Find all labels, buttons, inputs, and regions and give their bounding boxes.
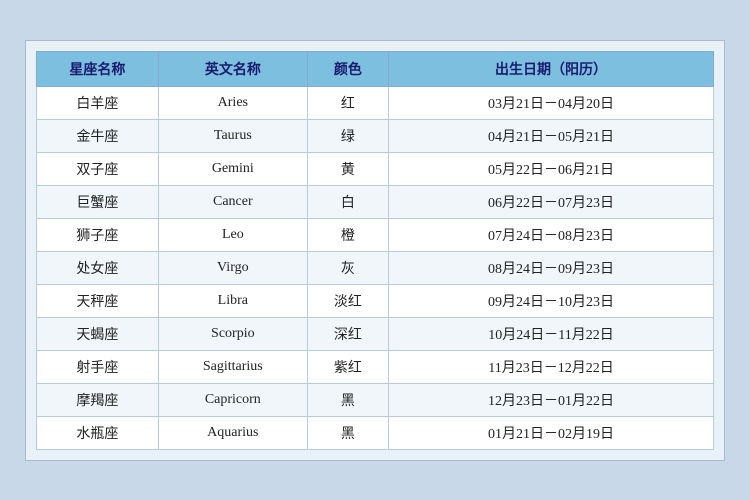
- table-row: 射手座Sagittarius紫红11月23日－12月22日: [37, 350, 714, 383]
- cell-color: 红: [307, 86, 388, 119]
- cell-chinese: 天秤座: [37, 284, 159, 317]
- table-row: 摩羯座Capricorn黑12月23日－01月22日: [37, 383, 714, 416]
- cell-english: Taurus: [158, 119, 307, 152]
- cell-color: 白: [307, 185, 388, 218]
- table-row: 白羊座Aries红03月21日－04月20日: [37, 86, 714, 119]
- cell-date: 03月21日－04月20日: [389, 86, 714, 119]
- header-date: 出生日期（阳历）: [389, 51, 714, 86]
- cell-date: 09月24日－10月23日: [389, 284, 714, 317]
- cell-chinese: 狮子座: [37, 218, 159, 251]
- cell-date: 11月23日－12月22日: [389, 350, 714, 383]
- table-row: 狮子座Leo橙07月24日－08月23日: [37, 218, 714, 251]
- table-header-row: 星座名称 英文名称 颜色 出生日期（阳历）: [37, 51, 714, 86]
- cell-date: 10月24日－11月22日: [389, 317, 714, 350]
- cell-english: Libra: [158, 284, 307, 317]
- header-chinese: 星座名称: [37, 51, 159, 86]
- main-container: 星座名称 英文名称 颜色 出生日期（阳历） 白羊座Aries红03月21日－04…: [25, 40, 725, 461]
- cell-english: Cancer: [158, 185, 307, 218]
- cell-english: Aries: [158, 86, 307, 119]
- cell-chinese: 白羊座: [37, 86, 159, 119]
- cell-english: Scorpio: [158, 317, 307, 350]
- cell-date: 06月22日－07月23日: [389, 185, 714, 218]
- cell-chinese: 水瓶座: [37, 416, 159, 449]
- cell-color: 灰: [307, 251, 388, 284]
- cell-chinese: 双子座: [37, 152, 159, 185]
- cell-english: Leo: [158, 218, 307, 251]
- table-row: 金牛座Taurus绿04月21日－05月21日: [37, 119, 714, 152]
- table-row: 巨蟹座Cancer白06月22日－07月23日: [37, 185, 714, 218]
- table-row: 处女座Virgo灰08月24日－09月23日: [37, 251, 714, 284]
- cell-color: 深红: [307, 317, 388, 350]
- cell-color: 淡红: [307, 284, 388, 317]
- cell-chinese: 处女座: [37, 251, 159, 284]
- cell-date: 01月21日－02月19日: [389, 416, 714, 449]
- table-row: 天秤座Libra淡红09月24日－10月23日: [37, 284, 714, 317]
- zodiac-table: 星座名称 英文名称 颜色 出生日期（阳历） 白羊座Aries红03月21日－04…: [36, 51, 714, 450]
- cell-english: Aquarius: [158, 416, 307, 449]
- cell-color: 紫红: [307, 350, 388, 383]
- header-english: 英文名称: [158, 51, 307, 86]
- cell-date: 12月23日－01月22日: [389, 383, 714, 416]
- table-row: 水瓶座Aquarius黑01月21日－02月19日: [37, 416, 714, 449]
- cell-english: Capricorn: [158, 383, 307, 416]
- cell-chinese: 金牛座: [37, 119, 159, 152]
- cell-english: Sagittarius: [158, 350, 307, 383]
- cell-chinese: 巨蟹座: [37, 185, 159, 218]
- cell-color: 黑: [307, 416, 388, 449]
- cell-date: 07月24日－08月23日: [389, 218, 714, 251]
- header-color: 颜色: [307, 51, 388, 86]
- cell-date: 05月22日－06月21日: [389, 152, 714, 185]
- cell-color: 黄: [307, 152, 388, 185]
- cell-english: Virgo: [158, 251, 307, 284]
- cell-color: 黑: [307, 383, 388, 416]
- cell-date: 04月21日－05月21日: [389, 119, 714, 152]
- table-row: 双子座Gemini黄05月22日－06月21日: [37, 152, 714, 185]
- cell-color: 绿: [307, 119, 388, 152]
- cell-chinese: 天蝎座: [37, 317, 159, 350]
- cell-chinese: 摩羯座: [37, 383, 159, 416]
- cell-color: 橙: [307, 218, 388, 251]
- table-row: 天蝎座Scorpio深红10月24日－11月22日: [37, 317, 714, 350]
- cell-chinese: 射手座: [37, 350, 159, 383]
- cell-english: Gemini: [158, 152, 307, 185]
- cell-date: 08月24日－09月23日: [389, 251, 714, 284]
